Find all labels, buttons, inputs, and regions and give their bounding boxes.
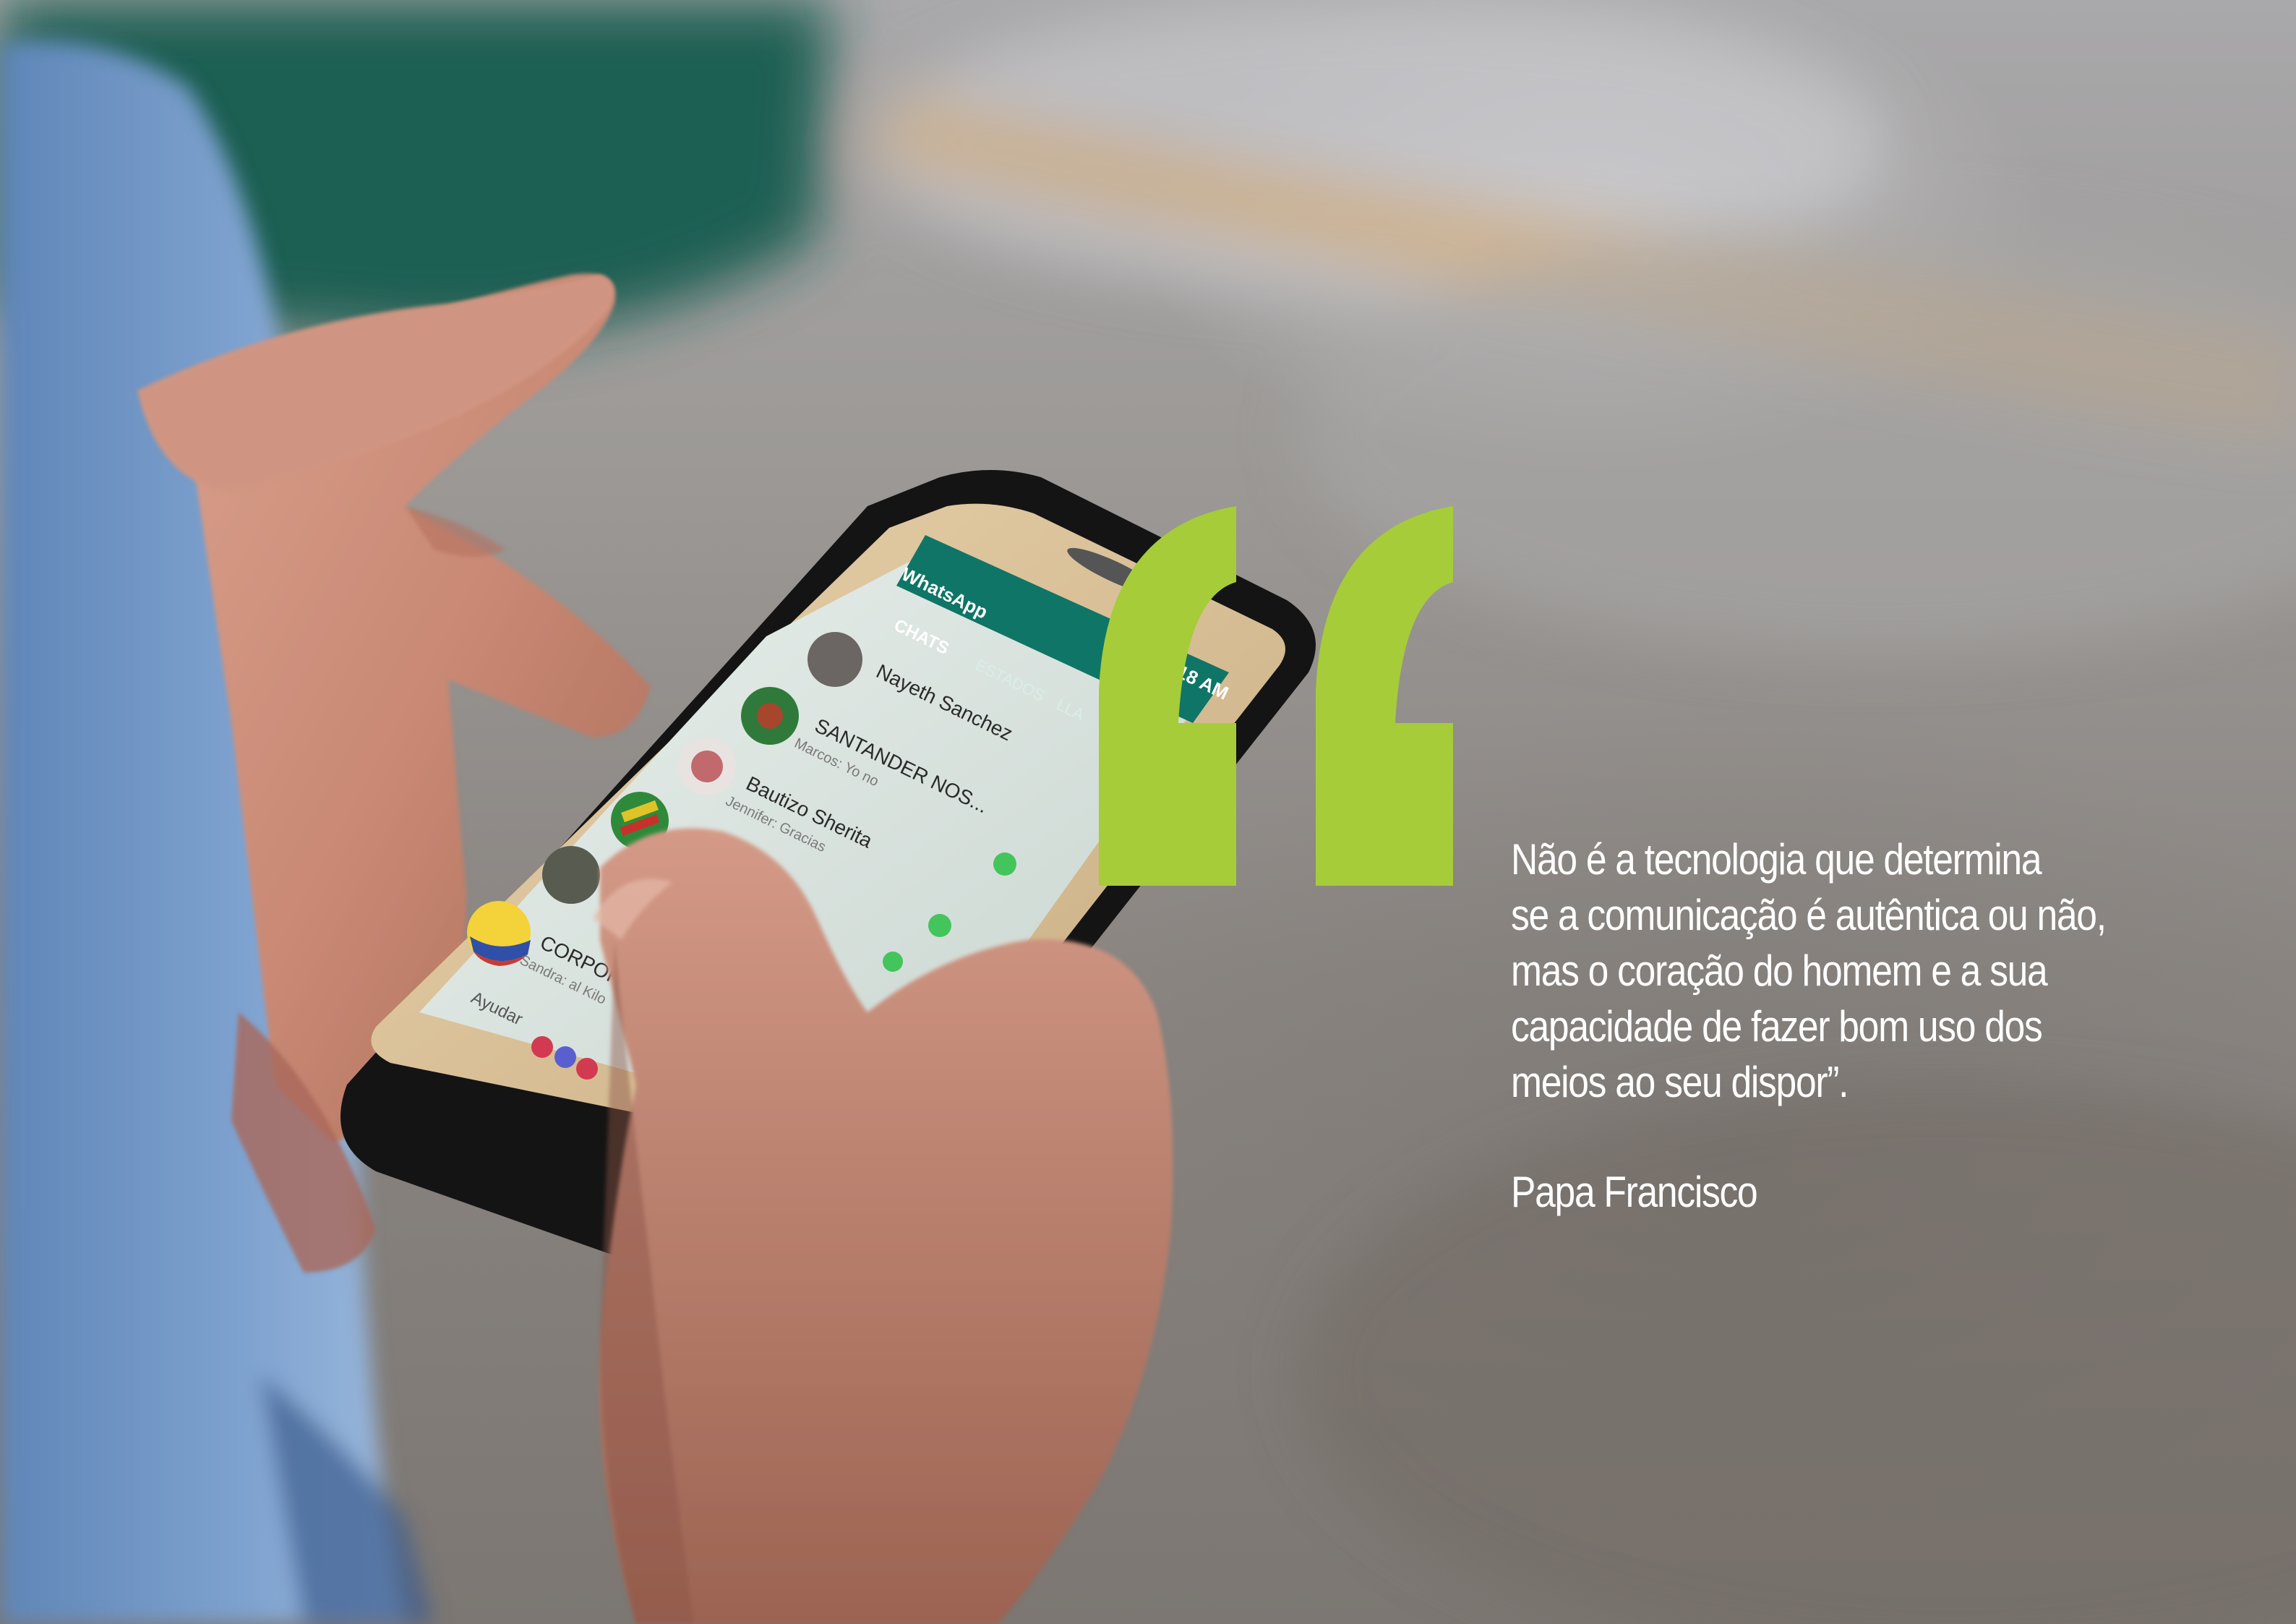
quote-author: Papa Francisco [1511, 1168, 1758, 1216]
quote-block: Não é a tecnologia que determina se a co… [1511, 832, 2263, 1220]
quote-line: capacidade de fazer bom uso dos [1511, 1002, 2043, 1051]
quotation-mark-icon [1099, 506, 1453, 886]
chat-avatar [808, 632, 862, 687]
quote-line: se a comunicação é autêntica ou não, [1511, 891, 2107, 939]
quote-line: mas o coração do homem e a sua [1511, 946, 2048, 995]
chat-avatar [542, 846, 600, 904]
quote-page: WhatsApp CHATS ESTADOS LLA 3:18 AM Nayet… [0, 0, 2296, 1624]
quote-line: meios ao seu dispor”. [1511, 1058, 1849, 1106]
quote-line: Não é a tecnologia que determina [1511, 835, 2042, 884]
